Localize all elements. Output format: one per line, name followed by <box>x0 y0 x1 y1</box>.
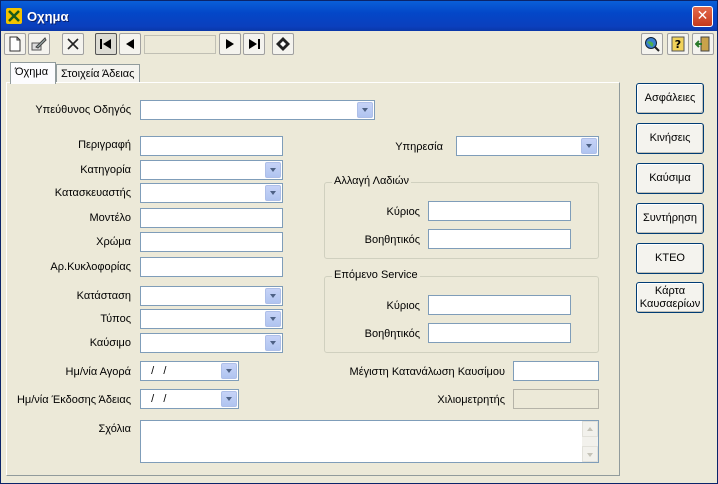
search-button[interactable] <box>641 33 663 55</box>
purchase-date-picker[interactable]: / / <box>140 361 239 381</box>
license-date-label: Ημ/νία Έκδοσης Άδειας <box>16 394 131 406</box>
next-service-aux-label: Βοηθητικός <box>364 328 420 340</box>
plate-label: Αρ.Κυκλοφορίας <box>50 261 131 273</box>
title-bar[interactable]: Οχημα ✕ <box>1 1 717 31</box>
odometer-label: Χιλιομετρητής <box>437 394 505 406</box>
odometer-field <box>513 389 599 409</box>
record-position-field <box>144 35 216 54</box>
next-service-title: Επόμενο Service <box>332 269 420 281</box>
tab-label: Στοιχεία Άδειας <box>61 68 135 80</box>
scroll-down-icon[interactable] <box>582 446 598 462</box>
manufacturer-combo[interactable] <box>140 183 283 203</box>
status-combo[interactable] <box>140 286 283 306</box>
comments-textarea[interactable] <box>140 420 599 463</box>
manufacturer-label: Κατασκευαστής <box>54 187 131 199</box>
type-label: Τύπος <box>100 313 131 325</box>
previous-record-icon <box>126 39 134 49</box>
edit-icon <box>31 37 47 51</box>
chevron-down-icon[interactable] <box>221 363 237 379</box>
oil-main-label: Κύριος <box>386 206 420 218</box>
next-record-button[interactable] <box>219 33 241 55</box>
comments-label: Σχόλια <box>98 423 132 435</box>
type-combo[interactable] <box>140 309 283 329</box>
plate-field[interactable] <box>140 257 283 277</box>
last-record-button[interactable] <box>243 33 265 55</box>
previous-record-button[interactable] <box>119 33 141 55</box>
fuel-combo[interactable] <box>140 333 283 353</box>
search-globe-icon <box>645 37 660 52</box>
last-record-icon <box>249 39 260 49</box>
tab-license-details[interactable]: Στοιχεία Άδειας <box>56 64 140 84</box>
help-button[interactable]: ? <box>667 33 689 55</box>
maintenance-button[interactable]: Συντήρηση <box>636 203 704 234</box>
first-record-icon <box>100 39 111 49</box>
description-field[interactable] <box>140 136 283 156</box>
purchase-date-label: Ημ/νία Αγορά <box>65 366 131 378</box>
first-record-button[interactable] <box>95 33 117 55</box>
delete-record-button[interactable] <box>62 33 84 55</box>
delete-icon <box>67 38 79 50</box>
help-icon: ? <box>671 36 685 52</box>
category-label: Κατηγορία <box>80 164 131 176</box>
insurance-button[interactable]: Ασφάλειες <box>636 83 704 114</box>
chevron-down-icon[interactable] <box>265 311 281 327</box>
license-date-picker[interactable]: / / <box>140 389 239 409</box>
chevron-down-icon[interactable] <box>221 391 237 407</box>
chevron-down-icon[interactable] <box>265 288 281 304</box>
next-record-icon <box>226 39 234 49</box>
exit-door-icon <box>695 36 710 52</box>
tab-label: Όχημα <box>15 66 49 78</box>
window-title: Οχημα <box>27 9 69 24</box>
app-logo-icon <box>6 8 22 24</box>
new-document-icon <box>9 36 21 52</box>
max-fuel-label: Μέγιστη Κατανάλωση Καυσίμου <box>349 366 505 378</box>
service-label: Υπηρεσία <box>395 141 443 153</box>
service-combo[interactable] <box>456 136 599 156</box>
chevron-down-icon[interactable] <box>265 335 281 351</box>
fuels-button[interactable]: Καύσιμα <box>636 163 704 194</box>
edit-record-button[interactable] <box>28 33 50 55</box>
close-icon: ✕ <box>696 8 709 24</box>
max-fuel-field[interactable] <box>513 361 599 381</box>
scroll-up-icon[interactable] <box>582 421 598 437</box>
emissions-card-button[interactable]: Κάρτα Καυσαερίων <box>636 282 704 313</box>
new-record-button[interactable] <box>4 33 26 55</box>
category-combo[interactable] <box>140 160 283 180</box>
fuel-label: Καύσιμο <box>89 337 131 349</box>
next-service-main-label: Κύριος <box>386 300 420 312</box>
bookmark-button[interactable] <box>272 33 294 55</box>
bookmark-icon <box>276 37 290 51</box>
model-field[interactable] <box>140 208 283 228</box>
exit-button[interactable] <box>692 33 714 55</box>
color-field[interactable] <box>140 232 283 252</box>
close-button[interactable]: ✕ <box>692 6 713 27</box>
toolbar: ? <box>1 31 717 57</box>
oil-main-field[interactable] <box>428 201 571 221</box>
model-label: Μοντέλο <box>89 212 131 224</box>
chevron-down-icon[interactable] <box>265 185 281 201</box>
oil-aux-label: Βοηθητικός <box>364 234 420 246</box>
movements-button[interactable]: Κινήσεις <box>636 123 704 154</box>
comments-scrollbar[interactable] <box>582 421 598 462</box>
oil-change-title: Αλλαγή Λαδιών <box>332 175 411 187</box>
chevron-down-icon[interactable] <box>357 102 373 118</box>
next-service-main-field[interactable] <box>428 295 571 315</box>
oil-aux-field[interactable] <box>428 229 571 249</box>
color-label: Χρώμα <box>96 236 131 248</box>
vehicle-window: Οχημα ✕ ? Όχημα Στοιχεία Άδειας Υπεύθυνο… <box>0 0 718 484</box>
svg-text:?: ? <box>675 38 681 51</box>
chevron-down-icon[interactable] <box>265 162 281 178</box>
status-label: Κατάσταση <box>76 290 131 302</box>
driver-label: Υπεύθυνος Οδηγός <box>35 104 131 116</box>
chevron-down-icon[interactable] <box>581 138 597 154</box>
tab-vehicle[interactable]: Όχημα <box>10 62 56 84</box>
description-label: Περιγραφή <box>78 139 131 151</box>
driver-combo[interactable] <box>140 100 375 120</box>
kteo-button[interactable]: ΚΤΕΟ <box>636 243 704 274</box>
next-service-aux-field[interactable] <box>428 323 571 343</box>
